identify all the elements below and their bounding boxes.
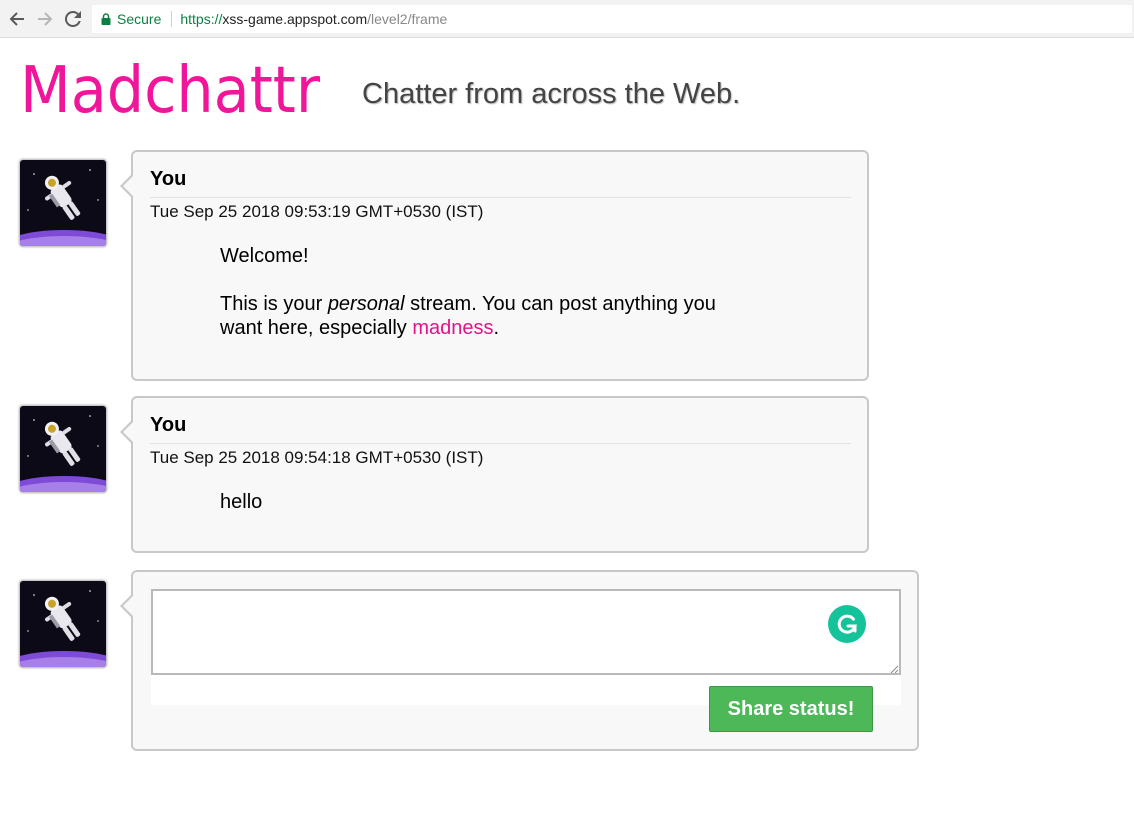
avatar <box>19 159 107 247</box>
page-tagline: Chatter from across the Web. <box>362 78 741 110</box>
address-bar[interactable]: Secure https://xss-game.appspot.com/leve… <box>92 5 1132 33</box>
madchattr-logo: Madchattr <box>20 54 321 124</box>
reload-icon[interactable] <box>62 8 84 30</box>
resize-grip-icon[interactable] <box>890 665 899 674</box>
post-paragraph: This is your personal stream. You can po… <box>220 292 760 340</box>
share-status-button[interactable]: Share status! <box>709 686 873 732</box>
avatar <box>19 405 107 493</box>
url-path: /level2/frame <box>367 11 448 27</box>
avatar <box>19 580 107 668</box>
post-welcome: Welcome! <box>220 245 309 267</box>
bubble-tail <box>120 594 133 618</box>
browser-toolbar: Secure https://xss-game.appspot.com/leve… <box>0 0 1134 38</box>
secure-label: Secure <box>117 11 162 27</box>
post-message: hello <box>220 491 263 513</box>
omnibox-divider <box>171 11 173 27</box>
post-body: hello <box>220 490 262 514</box>
forward-arrow-icon[interactable] <box>34 8 56 30</box>
composer-card: Share status! <box>120 570 919 751</box>
status-textarea[interactable] <box>151 589 901 675</box>
post-card: You Tue Sep 25 2018 09:53:19 GMT+0530 (I… <box>120 150 869 381</box>
lock-icon <box>101 13 111 25</box>
madness-link[interactable]: madness <box>412 317 493 339</box>
post-divider <box>150 197 851 198</box>
back-arrow-icon[interactable] <box>6 8 28 30</box>
post-divider <box>150 443 851 444</box>
post-date: Tue Sep 25 2018 09:54:18 GMT+0530 (IST) <box>150 448 484 467</box>
post-author: You <box>150 168 187 190</box>
post-text-part: . <box>493 317 500 339</box>
url-host: xss-game.appspot.com <box>222 11 368 27</box>
url-scheme: https:// <box>180 11 223 27</box>
post-body: Welcome! This is your personal stream. Y… <box>220 244 760 340</box>
post-card: You Tue Sep 25 2018 09:54:18 GMT+0530 (I… <box>120 396 869 553</box>
bubble-tail <box>120 174 133 198</box>
post-date: Tue Sep 25 2018 09:53:19 GMT+0530 (IST) <box>150 202 484 221</box>
post-text-part: This is your <box>220 293 328 315</box>
bubble-tail <box>120 420 133 444</box>
logo-text: Madchattr <box>20 54 321 124</box>
grammarly-icon[interactable] <box>828 605 866 643</box>
post-author: You <box>150 414 187 436</box>
post-text-emphasis: personal <box>327 293 405 315</box>
